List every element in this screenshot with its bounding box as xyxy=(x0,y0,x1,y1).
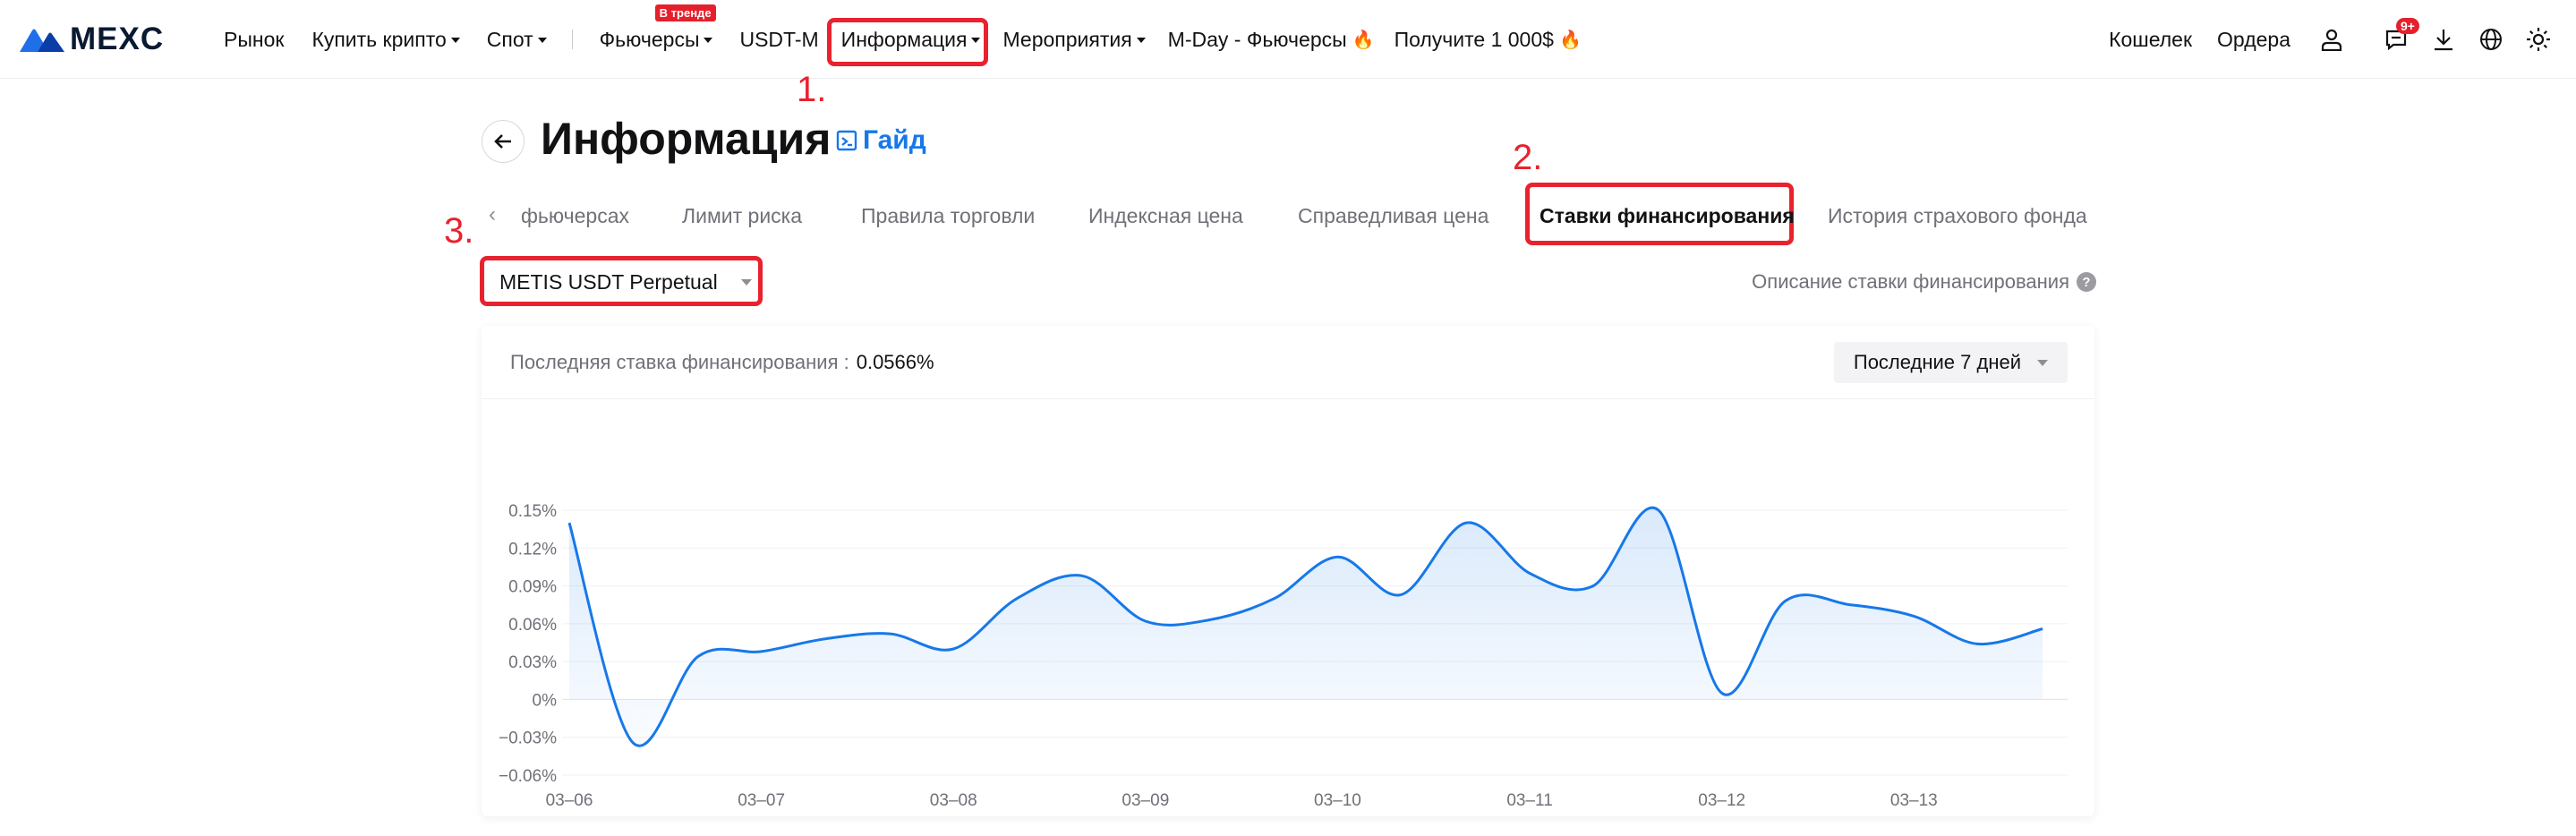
chevron-down-icon xyxy=(537,38,547,43)
nav-get-bonus[interactable]: Получите 1 000$ 🔥 xyxy=(1395,28,1582,52)
y-tick-label: 0% xyxy=(533,691,558,710)
fire-icon: 🔥 xyxy=(1352,30,1375,50)
back-button[interactable] xyxy=(482,120,525,163)
y-tick-label: 0.12% xyxy=(508,540,557,559)
guide-label: Гайд xyxy=(863,125,926,155)
funding-rate-area xyxy=(569,508,2043,746)
notifications-button[interactable]: 9+ xyxy=(2384,18,2419,52)
x-tick-label: 03–08 xyxy=(930,791,977,810)
last-rate-label: Последняя ставка финансирования : xyxy=(510,351,849,373)
x-tick-label: 03–13 xyxy=(1890,791,1938,810)
y-tick-label: 0.03% xyxy=(508,653,557,672)
annotation-step-1: 1. xyxy=(797,70,827,109)
last-rate-value: 0.0566% xyxy=(856,351,934,373)
mexc-logo-icon xyxy=(20,29,64,52)
language-button[interactable] xyxy=(2478,27,2503,52)
nav-get-bonus-label: Получите 1 000$ xyxy=(1394,27,1554,51)
nav-buy-crypto[interactable]: Купить крипто xyxy=(311,27,460,52)
annotation-step-3: 3. xyxy=(444,211,474,251)
y-tick-label: 0.06% xyxy=(508,616,557,635)
download-icon xyxy=(2435,30,2452,51)
chevron-down-icon xyxy=(450,38,460,43)
logo-text: MEXC xyxy=(70,21,165,56)
user-icon xyxy=(2321,29,2342,51)
nav-futures[interactable]: В тренде Фьючерсы xyxy=(599,4,716,52)
contract-select-value: METIS USDT Perpetual xyxy=(499,270,718,294)
y-tick-label: −0.06% xyxy=(499,767,557,786)
annotation-step-2: 2. xyxy=(1513,138,1543,177)
chevron-down-icon xyxy=(1136,38,1146,43)
mexc-logo[interactable]: MEXC xyxy=(20,21,165,56)
notification-count-badge: 9+ xyxy=(2396,18,2419,34)
tabs-scroll-left-icon[interactable]: ‹ xyxy=(489,202,496,227)
user-profile-button[interactable] xyxy=(2319,27,2344,52)
x-tick-label: 03–06 xyxy=(546,791,593,810)
caret-down-icon xyxy=(2037,359,2048,366)
arrow-left-icon xyxy=(494,134,511,149)
tab-trading-rules[interactable]: Правила торговли xyxy=(861,204,1035,228)
y-tick-label: 0.09% xyxy=(508,578,557,597)
x-tick-label: 03–07 xyxy=(738,791,785,810)
nav-orders[interactable]: Ордера xyxy=(2217,28,2290,52)
nav-events-label: Мероприятия xyxy=(1002,27,1132,51)
x-tick-label: 03–12 xyxy=(1698,791,1745,810)
annotation-box-information xyxy=(827,18,988,66)
nav-spot[interactable]: Спот xyxy=(487,28,547,52)
guide-link[interactable]: Гайд xyxy=(836,125,926,156)
nav-buy-crypto-label: Купить крипто xyxy=(311,27,447,51)
nav-usdt-m-label: USDT-M xyxy=(739,27,819,51)
nav-wallet[interactable]: Кошелек xyxy=(2109,28,2192,52)
nav-market[interactable]: Рынок xyxy=(224,28,284,52)
tab-funding-rates[interactable]: Ставки финансирования xyxy=(1540,204,1795,228)
y-tick-label: −0.03% xyxy=(499,729,557,748)
funding-rate-description-link[interactable]: Описание ставки финансирования ? xyxy=(1752,270,2096,294)
nav-mday-label: M-Day - Фьючерсы xyxy=(1167,27,1347,51)
nav-events[interactable]: Мероприятия xyxy=(1002,27,1146,52)
trending-badge: В тренде xyxy=(654,4,716,21)
nav-futures-label: Фьючерсы xyxy=(599,27,700,51)
theme-toggle-button[interactable] xyxy=(2526,27,2551,52)
top-navbar: MEXC Рынок Купить крипто Спот В тренде Ф… xyxy=(0,0,2576,79)
nav-right-tools: Кошелек Ордера 9+ xyxy=(2109,0,2576,79)
y-tick-label: 0.15% xyxy=(508,502,557,521)
page-title: Информация xyxy=(541,114,832,164)
nav-market-label: Рынок xyxy=(224,27,285,51)
sun-icon xyxy=(2527,28,2550,51)
tab-index-price[interactable]: Индексная цена xyxy=(1088,204,1243,228)
tab-insurance-fund-history[interactable]: История страхового фонда xyxy=(1828,204,2087,228)
funding-rate-card: Последняя ставка финансирования : 0.0566%… xyxy=(482,326,2094,816)
funding-rate-chart[interactable]: 0.15%0.12%0.09%0.06%0.03%0%−0.03%−0.06% … xyxy=(482,399,2094,816)
question-icon: ? xyxy=(2077,272,2096,292)
card-header: Последняя ставка финансирования : 0.0566%… xyxy=(482,326,2094,399)
period-select[interactable]: Последние 7 дней xyxy=(1833,342,2068,383)
last-funding-rate: Последняя ставка финансирования : 0.0566% xyxy=(510,351,934,374)
chevron-down-icon xyxy=(704,38,713,43)
download-button[interactable] xyxy=(2431,27,2456,52)
x-tick-label: 03–11 xyxy=(1506,791,1552,810)
nav-spot-label: Спот xyxy=(486,27,533,51)
tab-futures-info[interactable]: фьючерсах xyxy=(521,204,629,228)
nav-orders-label: Ордера xyxy=(2217,27,2290,51)
x-tick-label: 03–10 xyxy=(1314,791,1361,810)
tab-risk-limit[interactable]: Лимит риска xyxy=(682,204,802,228)
nav-mday-futures[interactable]: M-Day - Фьючерсы 🔥 xyxy=(1168,28,1375,52)
globe-icon xyxy=(2480,29,2502,50)
guide-icon xyxy=(836,130,857,151)
nav-wallet-label: Кошелек xyxy=(2109,27,2193,51)
fire-icon: 🔥 xyxy=(1558,30,1582,50)
nav-divider xyxy=(571,30,573,49)
caret-down-icon xyxy=(740,279,752,286)
contract-select[interactable]: METIS USDT Perpetual xyxy=(499,270,752,294)
period-select-value: Последние 7 дней xyxy=(1853,351,2021,373)
description-label: Описание ставки финансирования xyxy=(1752,270,2069,293)
tab-fair-price[interactable]: Справедливая цена xyxy=(1298,204,1488,228)
nav-usdt-m[interactable]: USDT-M xyxy=(739,28,818,52)
x-tick-label: 03–09 xyxy=(1122,791,1169,810)
